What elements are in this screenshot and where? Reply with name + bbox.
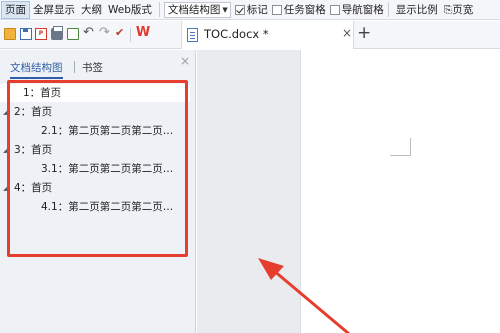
task-pane-label: 任务窗格 <box>283 4 326 16</box>
close-tab-icon[interactable]: × <box>342 26 352 40</box>
outline-button[interactable]: 大纲 <box>78 0 105 19</box>
open-icon[interactable] <box>4 28 16 40</box>
nav-pane-label: 导航窗格 <box>341 4 384 16</box>
doc-map-dropdown-label: 文档结构图 <box>167 3 221 16</box>
zoom-button[interactable]: 显示比例 <box>393 0 441 19</box>
new-tab-icon[interactable]: + <box>357 23 371 43</box>
pane-tabs: 文档结构图 书签 × <box>0 50 196 79</box>
tab-document-map[interactable]: 文档结构图 <box>10 60 63 79</box>
page-width-icon: ⎘ <box>443 3 453 16</box>
print-icon[interactable] <box>51 26 63 40</box>
document-page[interactable] <box>300 50 500 333</box>
close-pane-icon[interactable]: × <box>180 54 190 68</box>
nav-pane-checkbox[interactable]: 导航窗格 <box>329 2 384 17</box>
page-width-button[interactable]: ⎘页宽 <box>441 0 476 19</box>
quick-access-toolbar: P ↶ ↷ ✔ W TOC.docx * × + <box>0 21 500 49</box>
toolbar-divider <box>130 28 131 42</box>
highlight-box <box>7 80 188 257</box>
checkbox-checked-icon <box>234 4 245 15</box>
pdf-icon[interactable]: P <box>35 28 47 40</box>
markup-checkbox[interactable]: 标记 <box>234 2 268 17</box>
margin-corner-mark <box>410 138 411 156</box>
tab-divider <box>74 61 75 73</box>
markup-label: 标记 <box>246 4 268 16</box>
ribbon-divider <box>387 2 389 17</box>
wps-logo-icon[interactable]: W <box>135 25 151 41</box>
undo-icon[interactable]: ↶ <box>83 25 94 41</box>
web-layout-button[interactable]: Web版式 <box>105 0 155 19</box>
checkbox-icon <box>271 4 282 15</box>
document-tab[interactable]: TOC.docx * × <box>181 21 354 49</box>
page-view-button[interactable]: 页面 <box>1 0 30 19</box>
editor-gutter <box>197 50 300 333</box>
redo-icon[interactable]: ↷ <box>99 25 110 41</box>
ribbon-divider <box>158 2 160 17</box>
page-width-label: 页宽 <box>452 3 474 16</box>
margin-corner-mark <box>390 155 411 156</box>
chevron-down-icon: ▼ <box>222 5 228 14</box>
view-ribbon: 页面 全屏显示 大纲 Web版式 文档结构图 ▼ 标记 任务窗格 导航窗格 显示… <box>0 0 500 20</box>
task-pane-checkbox[interactable]: 任务窗格 <box>271 2 326 17</box>
print-preview-icon[interactable] <box>67 28 79 40</box>
document-tab-title: TOC.docx * <box>204 27 269 41</box>
fullscreen-button[interactable]: 全屏显示 <box>30 0 78 19</box>
tab-bookmarks[interactable]: 书签 <box>82 60 103 75</box>
save-icon[interactable] <box>20 28 32 40</box>
checkbox-icon <box>329 4 340 15</box>
format-painter-icon[interactable]: ✔ <box>115 25 124 41</box>
doc-map-dropdown[interactable]: 文档结构图 ▼ <box>163 1 231 18</box>
document-icon <box>187 28 198 42</box>
